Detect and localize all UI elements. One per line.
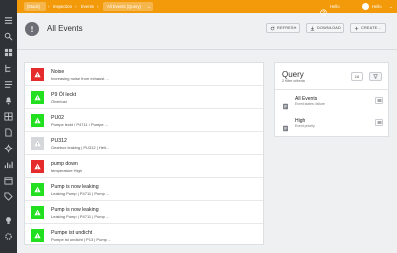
query-subtitle: 2 filter criteria: [282, 79, 305, 83]
header-divider: [17, 49, 397, 50]
breadcrumb-separator-icon: ›: [97, 3, 99, 9]
list-item[interactable]: PU02 Pumpe leckt / P4711 / Pumpe ...: [25, 109, 263, 132]
avatar[interactable]: [362, 3, 369, 10]
document-icon: [282, 119, 289, 132]
result-count: 16: [351, 72, 363, 81]
breadcrumb-current[interactable]: All Events (Query): [107, 4, 141, 9]
plus-icon: [354, 26, 359, 30]
search-icon[interactable]: [4, 32, 13, 41]
severity-badge: [31, 206, 44, 219]
severity-badge: [31, 114, 44, 127]
calendar-icon[interactable]: [4, 176, 13, 185]
menu-icon[interactable]: [4, 16, 13, 25]
query-panel: Query 2 filter criteria 16 All Events Ev…: [274, 62, 389, 137]
chevron-down-icon[interactable]: ⌄: [147, 4, 151, 10]
event-title: P9 Öl leckt: [51, 92, 77, 98]
filter-button[interactable]: [369, 72, 382, 81]
warning-icon: [34, 94, 41, 101]
event-subtitle: temperature High: [51, 168, 82, 173]
download-label: DOWNLOAD: [317, 26, 341, 30]
list-item[interactable]: PU312 Gearbox leaking | PU312 | Heil...: [25, 132, 263, 155]
events-list: Noise Increasing noise from exhaust ... …: [24, 62, 264, 245]
event-subtitle: Ölverlust: [51, 99, 67, 104]
query-criterion[interactable]: All Events Event states: failure: [275, 93, 388, 111]
event-title: Noise: [51, 69, 65, 75]
warning-icon: [34, 117, 41, 124]
tag-icon[interactable]: [4, 192, 13, 201]
create-button[interactable]: CREATE...: [350, 23, 386, 33]
page-title: All Events: [47, 24, 83, 33]
event-title: PU02: [51, 115, 64, 121]
top-bar: [Stack] › Inspection › Events › All Even…: [17, 0, 397, 16]
event-subtitle: Leaking Pump | P4711 | Pump ...: [51, 214, 110, 219]
event-subtitle: Pumpe ist undicht | P13 | Pump ...: [51, 237, 112, 242]
query-title: Query: [282, 70, 304, 79]
event-subtitle: Leaking Pump | P4711 | Pump ...: [51, 191, 110, 196]
severity-badge: [31, 229, 44, 242]
document-icon[interactable]: [4, 128, 13, 137]
breadcrumb-separator-icon: ›: [48, 3, 50, 9]
severity-badge: [31, 91, 44, 104]
warning-icon: [34, 232, 41, 239]
event-type-icon: [25, 22, 39, 36]
help-icon[interactable]: [320, 3, 327, 16]
list-item[interactable]: Pump is now leaking Leaking Pump | P4711…: [25, 201, 263, 224]
severity-badge: [31, 183, 44, 196]
event-title: Pump is now leaking: [51, 207, 99, 213]
list-item[interactable]: Noise Increasing noise from exhaust ...: [25, 63, 263, 86]
list-item[interactable]: P9 Öl leckt Ölverlust: [25, 86, 263, 109]
list-item[interactable]: Pump is now leaking Leaking Pump | P4711…: [25, 178, 263, 201]
list-icon[interactable]: [4, 80, 13, 89]
breadcrumb-root[interactable]: [Stack]: [27, 4, 40, 9]
download-icon: [310, 26, 315, 31]
settings-icon[interactable]: [4, 144, 13, 153]
event-title: pump down: [51, 161, 78, 167]
gear-icon[interactable]: [4, 232, 13, 241]
grid-icon[interactable]: [4, 112, 13, 121]
warning-icon: [34, 209, 41, 216]
bulb-icon[interactable]: [4, 216, 13, 225]
document-icon: [282, 97, 289, 110]
bell-icon[interactable]: [4, 96, 13, 105]
criterion-subtitle: Event priority: [295, 124, 315, 128]
download-button[interactable]: DOWNLOAD: [306, 23, 344, 33]
breadcrumb-separator-icon: ›: [75, 3, 77, 9]
list-icon: [377, 121, 381, 124]
event-subtitle: Gearbox leaking | PU312 | Heil...: [51, 145, 110, 150]
event-title: Pump is now leaking: [51, 184, 99, 190]
breadcrumb-events[interactable]: Events: [81, 4, 94, 9]
warning-icon: [34, 140, 41, 147]
refresh-button[interactable]: REFRESH: [266, 23, 300, 33]
refresh-icon: [270, 26, 275, 30]
warning-icon: [34, 186, 41, 193]
event-title: PU312: [51, 138, 67, 144]
event-subtitle: Pumpe leckt / P4711 / Pumpe ...: [51, 122, 109, 127]
tree-icon[interactable]: [4, 64, 13, 73]
severity-badge: [31, 68, 44, 81]
criterion-menu-button[interactable]: [375, 119, 383, 126]
criterion-menu-button[interactable]: [375, 97, 383, 104]
chart-icon[interactable]: [4, 160, 13, 169]
create-label: CREATE...: [361, 26, 382, 30]
breadcrumb-inspection[interactable]: Inspection: [53, 4, 72, 9]
severity-badge: [31, 137, 44, 150]
query-divider: [275, 89, 388, 90]
warning-icon: [34, 163, 41, 170]
dashboard-icon[interactable]: [4, 48, 13, 57]
severity-badge: [31, 160, 44, 173]
event-title: Pumpe ist undicht: [51, 230, 93, 236]
help-label[interactable]: Hello: [330, 4, 340, 9]
warning-icon: [34, 71, 41, 78]
filter-icon: [373, 74, 378, 79]
list-item[interactable]: Pumpe ist undicht Pumpe ist undicht | P1…: [25, 224, 263, 247]
user-label[interactable]: Hello: [372, 4, 382, 9]
list-item[interactable]: pump down temperature High: [25, 155, 263, 178]
query-criterion[interactable]: High Event priority: [275, 115, 388, 133]
side-rail: [0, 0, 17, 253]
criterion-subtitle: Event states: failure: [295, 102, 325, 106]
chevron-down-icon[interactable]: ⌄: [389, 4, 393, 10]
event-subtitle: Increasing noise from exhaust ...: [51, 76, 109, 81]
refresh-label: REFRESH: [277, 26, 297, 30]
list-icon: [377, 99, 381, 102]
